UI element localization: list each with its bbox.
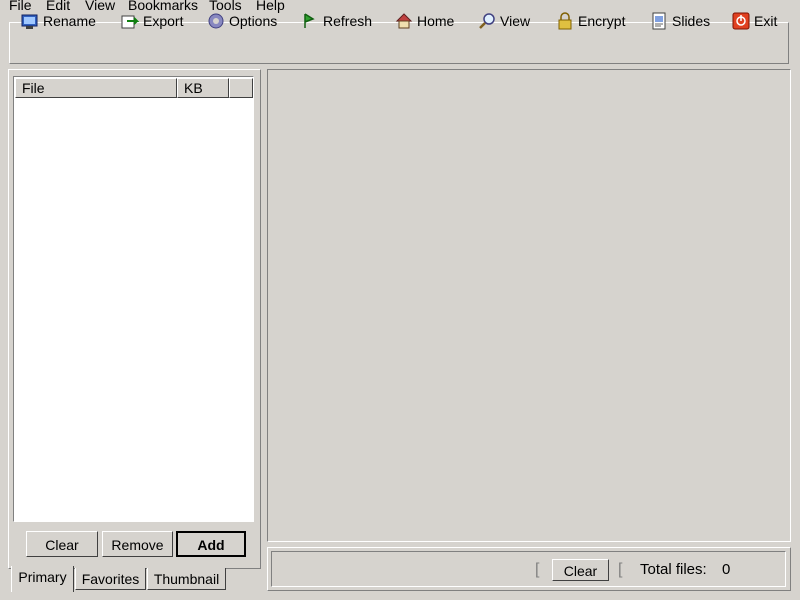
column-header-file[interactable]: File — [15, 78, 177, 98]
refresh-icon — [301, 12, 319, 30]
file-list[interactable]: File KB — [13, 76, 254, 522]
exit-icon — [732, 12, 750, 30]
column-header-blank — [229, 78, 253, 98]
preview-pane — [267, 69, 791, 542]
home-icon — [395, 12, 413, 30]
total-files-count: 0 — [722, 561, 731, 578]
tab-primary[interactable]: Primary — [11, 566, 74, 592]
refresh-label: Refresh — [323, 13, 373, 29]
slides-icon — [650, 12, 668, 30]
options-label: Options — [229, 13, 278, 29]
gear-icon — [207, 12, 225, 30]
total-files-label: Total files: — [640, 561, 707, 578]
tab-favorites[interactable]: Favorites — [75, 568, 146, 590]
encrypt-button[interactable]: Encrypt — [556, 10, 625, 32]
view-label: View — [500, 13, 531, 29]
add-button[interactable]: Add — [176, 531, 246, 557]
view-button[interactable]: View — [478, 10, 530, 32]
options-button[interactable]: Options — [207, 10, 277, 32]
status-clear-button[interactable]: Clear — [552, 559, 609, 581]
status-separator: [ — [618, 561, 623, 578]
slides-button[interactable]: Slides — [650, 10, 710, 32]
slides-label: Slides — [672, 13, 711, 29]
magnifier-icon — [478, 12, 496, 30]
lock-icon — [556, 12, 574, 30]
encrypt-label: Encrypt — [578, 13, 626, 29]
remove-button[interactable]: Remove — [102, 531, 173, 557]
rename-button[interactable]: Rename — [21, 10, 96, 32]
home-button[interactable]: Home — [395, 10, 454, 32]
column-header-kb[interactable]: KB — [177, 78, 229, 98]
export-label: Export — [143, 13, 184, 29]
rename-label: Rename — [43, 13, 96, 29]
export-icon — [121, 12, 140, 30]
status-separator: [ — [535, 561, 540, 578]
rename-icon — [21, 12, 39, 30]
tab-thumbnail[interactable]: Thumbnail — [147, 568, 226, 590]
status-bar-inner — [271, 551, 786, 587]
export-button[interactable]: Export — [121, 10, 183, 32]
exit-label: Exit — [754, 13, 778, 29]
refresh-button[interactable]: Refresh — [301, 10, 372, 32]
home-label: Home — [417, 13, 455, 29]
clear-button[interactable]: Clear — [26, 531, 98, 557]
exit-button[interactable]: Exit — [732, 10, 777, 32]
